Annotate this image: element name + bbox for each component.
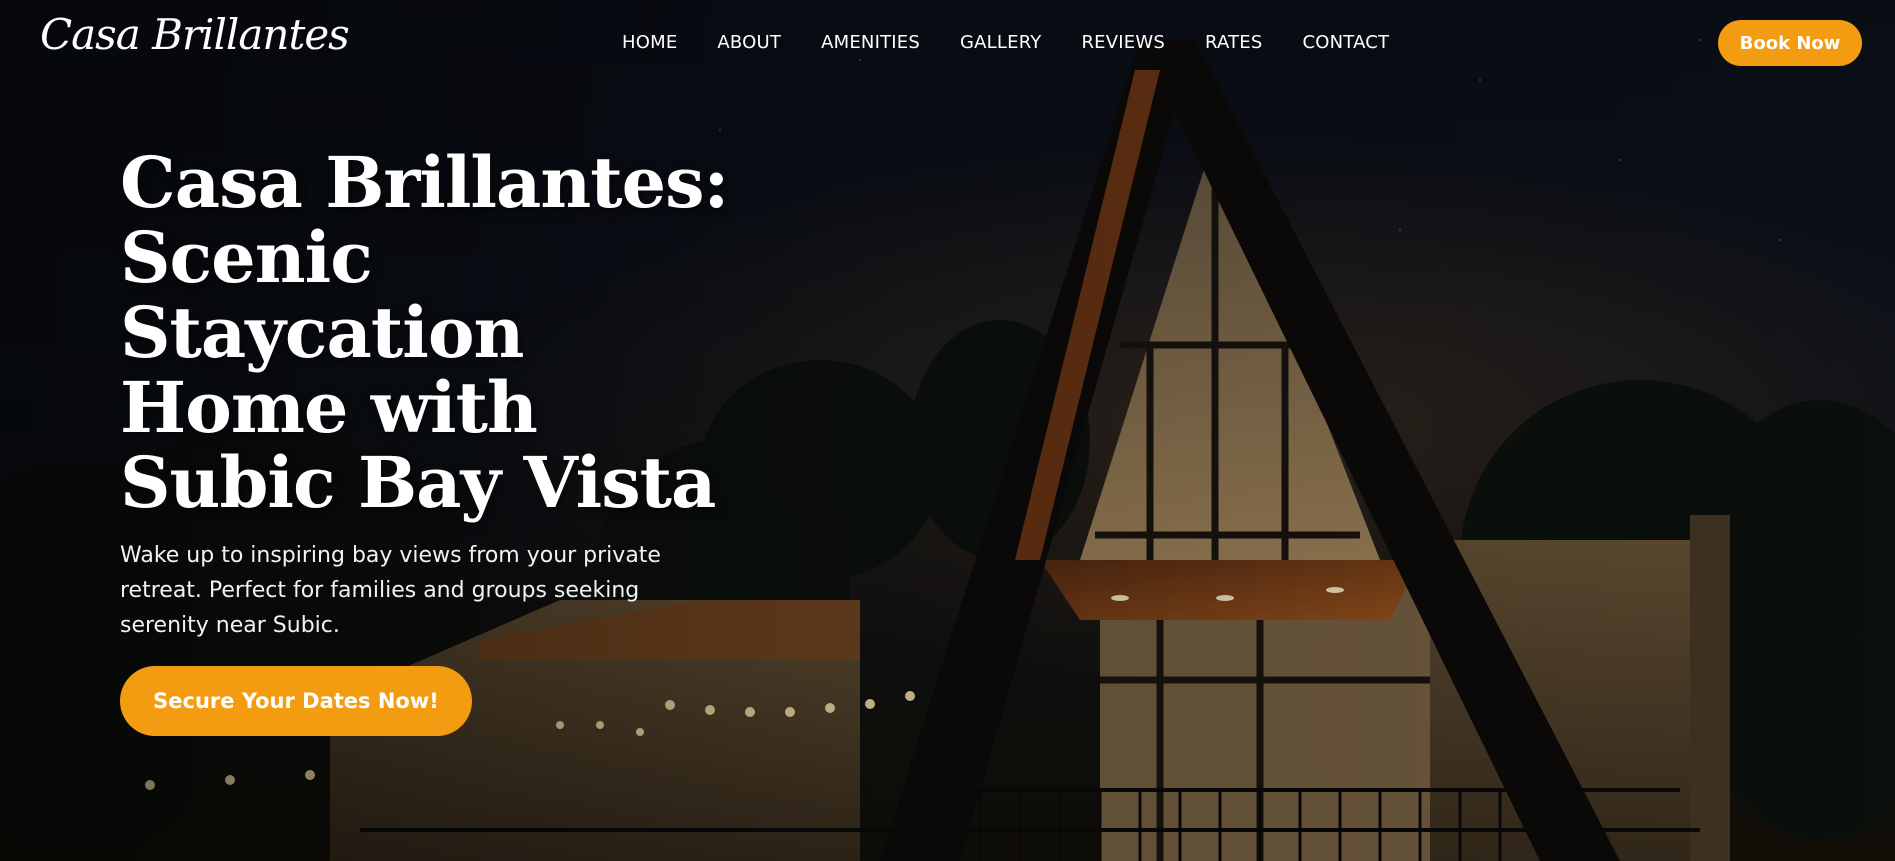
site-logo[interactable]: Casa Brillantes — [40, 10, 350, 59]
nav-link-home[interactable]: HOME — [622, 32, 677, 53]
hero-title: Casa Brillantes: Scenic Staycation Home … — [120, 141, 729, 524]
nav-link-contact[interactable]: CONTACT — [1302, 32, 1389, 53]
nav-link-about[interactable]: ABOUT — [717, 32, 781, 53]
book-now-button[interactable]: Book Now — [1718, 20, 1862, 66]
nav-link-rates[interactable]: RATES — [1205, 32, 1263, 53]
hero-section: Casa Brillantes HOME ABOUT AMENITIES GAL… — [0, 0, 1895, 861]
hero-subtitle: Wake up to inspiring bay views from your… — [120, 543, 661, 638]
hero-content: Casa Brillantes: Scenic Staycation Home … — [120, 145, 740, 736]
nav-link-gallery[interactable]: GALLERY — [960, 32, 1041, 53]
main-menu: HOME ABOUT AMENITIES GALLERY REVIEWS RAT… — [622, 32, 1429, 53]
top-navigation: Casa Brillantes HOME ABOUT AMENITIES GAL… — [0, 0, 1895, 88]
nav-link-amenities[interactable]: AMENITIES — [821, 32, 920, 53]
secure-dates-button[interactable]: Secure Your Dates Now! — [120, 666, 472, 736]
nav-link-reviews[interactable]: REVIEWS — [1081, 32, 1165, 53]
